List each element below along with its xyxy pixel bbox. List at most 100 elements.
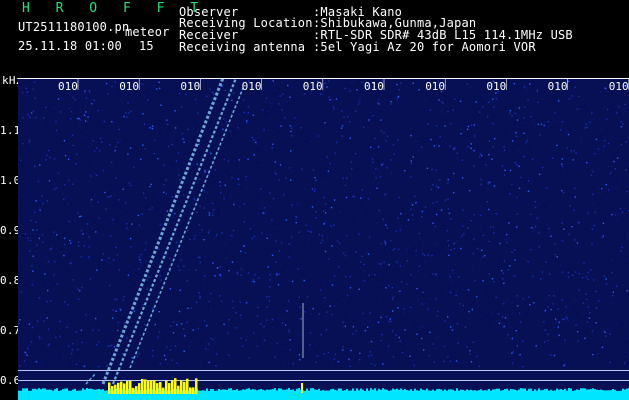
noise-speck	[144, 324, 146, 326]
noise-speck	[53, 231, 55, 233]
noise-speck	[169, 257, 171, 260]
noise-speck	[126, 227, 128, 229]
noise-speck	[504, 169, 506, 171]
noise-speck	[503, 174, 506, 176]
noise-speck	[95, 317, 97, 320]
noise-speck	[380, 266, 382, 268]
noise-speck	[179, 246, 182, 248]
noise-speck	[491, 278, 494, 280]
noise-speck	[94, 89, 97, 91]
noise-speck	[422, 291, 424, 294]
noise-speck	[384, 99, 386, 101]
noise-speck	[468, 310, 470, 313]
noise-speck	[543, 341, 546, 343]
noise-speck	[329, 305, 331, 307]
noise-speck	[605, 283, 608, 285]
noise-speck	[158, 331, 161, 333]
baseline-peak	[602, 390, 604, 392]
noise-speck	[23, 360, 26, 362]
noise-speck	[42, 203, 44, 205]
noise-speck	[382, 363, 384, 365]
noise-speck	[281, 351, 284, 353]
noise-speck	[331, 99, 334, 101]
baseline-peak	[384, 389, 386, 392]
noise-speck	[444, 320, 446, 322]
noise-speck	[72, 144, 74, 147]
noise-speck	[208, 173, 210, 175]
noise-speck	[46, 284, 49, 286]
noise-speck	[33, 165, 36, 167]
noise-speck	[389, 318, 391, 320]
noise-speck	[157, 101, 159, 103]
noise-speck	[538, 231, 540, 234]
noise-speck	[243, 170, 246, 172]
noise-speck	[531, 181, 533, 183]
baseline-peak	[316, 389, 318, 392]
noise-speck	[208, 361, 210, 364]
noise-speck	[216, 267, 219, 269]
noise-speck	[111, 239, 114, 241]
noise-speck	[462, 304, 464, 307]
noise-speck	[174, 127, 177, 129]
baseline-peak	[466, 389, 468, 392]
noise-speck	[585, 276, 588, 278]
noise-speck	[609, 333, 611, 335]
noise-speck	[370, 363, 373, 365]
noise-speck	[394, 144, 396, 146]
noise-speck	[349, 275, 352, 278]
noise-speck	[352, 326, 355, 328]
noise-speck	[602, 108, 604, 110]
noise-speck	[221, 85, 223, 87]
noise-speck	[92, 329, 94, 331]
noise-speck	[261, 232, 263, 234]
noise-speck	[425, 143, 427, 145]
noise-speck	[447, 208, 449, 210]
noise-speck	[574, 196, 576, 198]
noise-speck	[323, 297, 326, 299]
noise-speck	[207, 168, 209, 170]
noise-speck	[395, 334, 397, 336]
noise-speck	[64, 301, 66, 303]
noise-speck	[496, 232, 499, 234]
noise-speck	[471, 308, 474, 311]
baseline-peak	[526, 390, 528, 392]
noise-speck	[93, 271, 95, 273]
noise-speck	[49, 156, 51, 159]
noise-speck	[443, 360, 445, 363]
noise-speck	[397, 307, 399, 309]
noise-speck	[183, 350, 185, 352]
noise-speck	[572, 231, 575, 233]
noise-speck	[406, 350, 409, 352]
noise-speck	[149, 91, 152, 93]
noise-speck	[79, 122, 81, 125]
noise-speck	[409, 115, 411, 118]
noise-speck	[418, 128, 420, 131]
noise-speck	[178, 310, 181, 313]
noise-speck	[436, 315, 439, 317]
noise-speck	[128, 265, 130, 268]
noise-speck	[197, 215, 200, 217]
noise-speck	[493, 123, 495, 126]
noise-speck	[584, 127, 586, 129]
noise-speck	[412, 218, 414, 220]
noise-speck	[349, 314, 351, 316]
noise-speck	[77, 212, 79, 214]
noise-speck	[176, 362, 178, 364]
noise-speck	[540, 251, 543, 253]
noise-speck	[543, 351, 545, 353]
noise-speck	[19, 297, 21, 299]
noise-speck	[194, 254, 197, 256]
noise-speck	[275, 261, 277, 263]
noise-speck	[24, 233, 27, 235]
noise-speck	[290, 150, 292, 152]
noise-speck	[71, 162, 74, 164]
baseline-peak	[328, 390, 330, 392]
baseline-peak	[30, 390, 32, 392]
noise-speck	[554, 318, 557, 320]
noise-speck	[398, 336, 400, 339]
noise-speck	[466, 139, 469, 142]
noise-speck	[358, 288, 360, 290]
noise-speck	[137, 228, 139, 231]
baseline-peak	[572, 390, 574, 392]
noise-speck	[27, 237, 29, 239]
